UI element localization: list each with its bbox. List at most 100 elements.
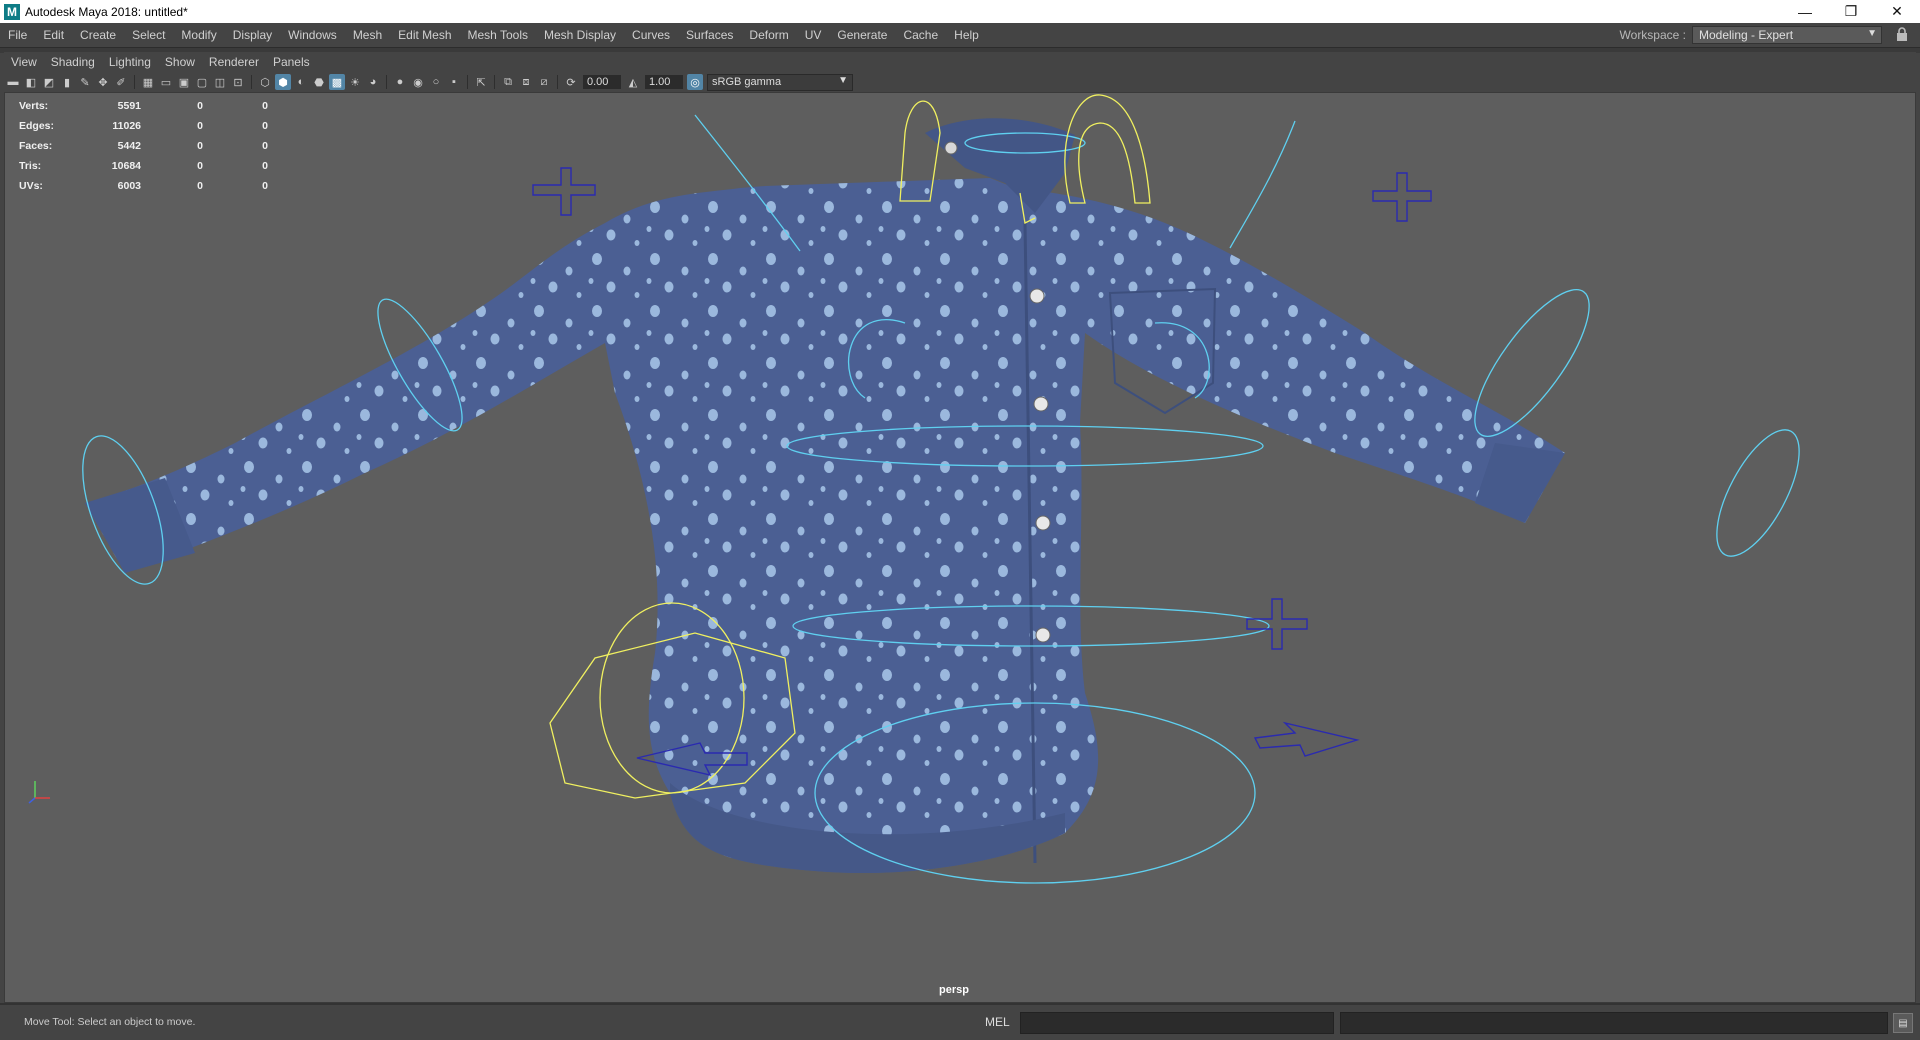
menu-help[interactable]: Help [946,28,987,42]
perspective-viewport[interactable]: Verts: 5591 0 0 Edges: 11026 0 0 Faces: … [4,92,1916,1003]
panel-menu-panels[interactable]: Panels [266,55,317,69]
hud-row-tris: Tris: 10684 0 0 [19,156,268,176]
menu-uv[interactable]: UV [797,28,830,42]
menu-display[interactable]: Display [225,28,280,42]
lock-icon[interactable] [1896,27,1910,43]
hud-value: 0 [262,100,268,112]
maya-logo-icon: M [4,3,20,20]
image-plane-icon[interactable]: ✎ [77,74,93,90]
hud-value: 6003 [117,180,141,192]
menu-generate[interactable]: Generate [829,28,895,42]
select-camera-icon[interactable]: ▬ [5,74,21,90]
panel-menu-renderer[interactable]: Renderer [202,55,266,69]
camera-name-label: persp [939,984,969,996]
smooth-shade-icon[interactable]: ⬢ [275,74,291,90]
workspace-dropdown[interactable]: Modeling - Expert ▼ [1692,26,1882,44]
menu-curves[interactable]: Curves [624,28,678,42]
restore-button[interactable]: ❐ [1828,0,1874,23]
panel-menubar: View Shading Lighting Show Renderer Pane… [4,52,1916,72]
hud-value: 5591 [117,100,141,112]
mel-label[interactable]: MEL [985,1015,1010,1029]
xray-active-components-icon[interactable]: ⧈ [518,74,534,90]
panel-menu-lighting[interactable]: Lighting [102,55,158,69]
bookmark-icon[interactable]: ▮ [59,74,75,90]
multisample-aa-icon[interactable]: ○ [428,74,444,90]
grease-pencil-icon[interactable]: ✐ [113,74,129,90]
minimize-button[interactable]: — [1782,0,1828,23]
wireframe-on-shaded-icon[interactable]: ⬣ [311,74,327,90]
gamma-field[interactable]: 1.00 [645,75,683,89]
menu-cache[interactable]: Cache [895,28,946,42]
toolbar-divider [557,75,558,89]
close-button[interactable]: ✕ [1874,0,1920,23]
menu-deform[interactable]: Deform [741,28,796,42]
2d-pan-zoom-icon[interactable]: ✥ [95,74,111,90]
hud-row-uvs: UVs: 6003 0 0 [19,176,268,196]
toolbar-divider [134,75,135,89]
exposure-icon[interactable]: ⟳ [563,74,579,90]
motion-blur-icon[interactable]: ◉ [410,74,426,90]
hud-label: Edges: [19,120,55,132]
help-line-bar: Move Tool: Select an object to move. MEL… [0,1003,1920,1040]
help-line-text: Move Tool: Select an object to move. [24,1016,196,1028]
chevron-down-icon: ▼ [1867,28,1877,39]
command-line-input[interactable] [1020,1012,1334,1034]
menu-mesh-display[interactable]: Mesh Display [536,28,624,42]
hud-value: 0 [197,160,203,172]
bookmarks-icon[interactable]: ◩ [41,74,57,90]
panel-menu-view[interactable]: View [4,55,44,69]
wireframe-icon[interactable]: ⬡ [257,74,273,90]
hud-row-faces: Faces: 5442 0 0 [19,136,268,156]
menu-mesh[interactable]: Mesh [345,28,390,42]
textured-icon[interactable]: ▩ [329,74,345,90]
screen-space-ao-icon[interactable]: ● [392,74,408,90]
menu-modify[interactable]: Modify [173,28,224,42]
menu-edit[interactable]: Edit [35,28,72,42]
use-all-lights-icon[interactable]: ☀ [347,74,363,90]
exposure-field[interactable]: 0.00 [583,75,621,89]
hud-value: 0 [197,180,203,192]
hud-value: 0 [262,140,268,152]
script-editor-icon[interactable]: ▤ [1893,1013,1913,1033]
workspace-value: Modeling - Expert [1699,28,1794,42]
menu-edit-mesh[interactable]: Edit Mesh [390,28,459,42]
gate-mask-icon[interactable]: ▢ [194,74,210,90]
menu-file[interactable]: File [0,28,35,42]
toolbar-divider [386,75,387,89]
grid-icon[interactable]: ▦ [140,74,156,90]
menu-surfaces[interactable]: Surfaces [678,28,741,42]
scene-canvas[interactable] [5,93,1915,1002]
menu-windows[interactable]: Windows [280,28,345,42]
view-transform-dropdown[interactable]: sRGB gamma ▼ [707,73,853,91]
color-management-icon[interactable]: ◎ [687,74,703,90]
hud-value: 0 [197,120,203,132]
resolution-gate-icon[interactable]: ▣ [176,74,192,90]
toolbar-divider [251,75,252,89]
menu-create[interactable]: Create [72,28,124,42]
xray-icon[interactable]: ⧉ [500,74,516,90]
main-menubar: File Edit Create Select Modify Display W… [0,23,1920,47]
chevron-down-icon: ▼ [838,74,848,86]
menu-mesh-tools[interactable]: Mesh Tools [460,28,536,42]
shirt-mesh[interactable] [85,118,1565,874]
panel-menu-shading[interactable]: Shading [44,55,102,69]
camera-attributes-icon[interactable]: ◧ [23,74,39,90]
hud-value: 11026 [112,120,141,132]
hud-label: UVs: [19,180,43,192]
field-chart-icon[interactable]: ◫ [212,74,228,90]
panel-menu-show[interactable]: Show [158,55,202,69]
gamma-icon[interactable]: ◭ [625,74,641,90]
film-gate-icon[interactable]: ▭ [158,74,174,90]
isolate-select-icon[interactable]: ⇱ [473,74,489,90]
menu-select[interactable]: Select [124,28,173,42]
xray-joints-icon[interactable]: ⧄ [536,74,552,90]
safe-action-icon[interactable]: ⊡ [230,74,246,90]
depth-of-field-icon[interactable]: ▪ [446,74,462,90]
workspace-selector: Workspace : Modeling - Expert ▼ [1620,23,1882,47]
axis-gizmo-icon [28,781,50,804]
shadows-icon[interactable]: ◕ [365,74,381,90]
hud-value: 0 [197,100,203,112]
hud-value: 5442 [117,140,141,152]
use-default-material-icon[interactable]: ◐ [293,74,309,90]
title-bar: M Autodesk Maya 2018: untitled* — ❐ ✕ [0,0,1920,23]
